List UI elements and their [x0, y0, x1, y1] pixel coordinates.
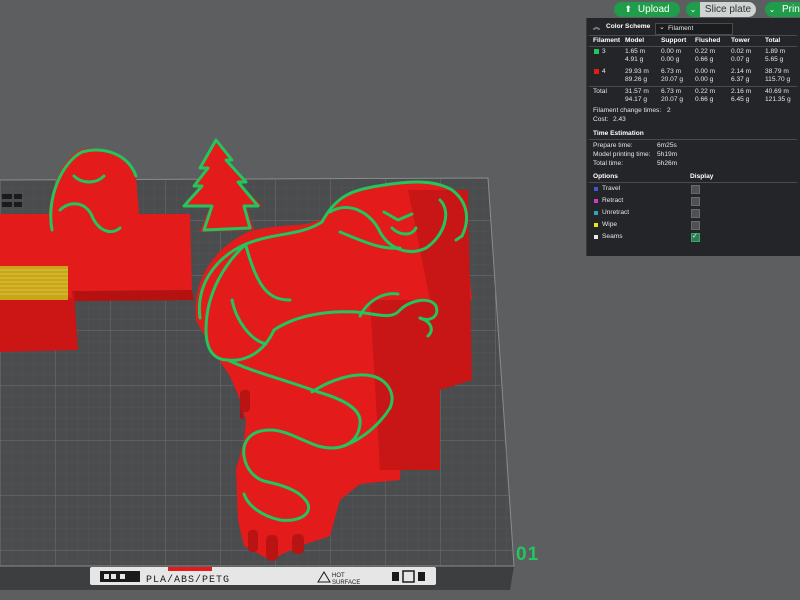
- model-time-label: Model printing time:: [593, 151, 651, 158]
- prepare-time-value: 6m25s: [657, 142, 677, 149]
- option-wipe-label: Wipe: [602, 221, 618, 228]
- upload-label: Upload: [637, 4, 670, 15]
- total-model-m: 31.57 m: [625, 88, 649, 95]
- total-flushed-g: 0.66 g: [695, 96, 714, 103]
- display-header: Display: [690, 173, 714, 180]
- option-travel-label: Travel: [602, 185, 621, 192]
- slice-label: Slice plate: [704, 4, 752, 15]
- total-tower-m: 2.16 m: [731, 88, 752, 95]
- total-tower-g: 6.45 g: [731, 96, 750, 103]
- filament-3-total-g: 5.65 g: [765, 56, 784, 63]
- collapse-icon[interactable]: ︽: [593, 22, 600, 32]
- option-retract-checkbox[interactable]: [691, 197, 700, 206]
- model-time-value: 5h19m: [657, 151, 678, 158]
- upload-icon: ⬆: [624, 4, 632, 14]
- plate-surface-line1: HOT: [332, 573, 345, 579]
- option-unretract-checkbox[interactable]: [691, 209, 700, 218]
- filament-4-support-g: 20.07 g: [661, 76, 683, 83]
- filament-4-total-m: 38.79 m: [765, 68, 789, 75]
- slice-dropdown-button[interactable]: ⌄: [686, 2, 700, 17]
- filament-3-flushed-g: 0.66 g: [695, 56, 714, 63]
- cost-value: 2.43: [613, 116, 626, 123]
- filament-3-id: 3: [602, 48, 606, 55]
- filament-3-flushed-m: 0.22 m: [695, 48, 716, 55]
- option-retract-label: Retract: [602, 197, 624, 204]
- option-seams-checkbox[interactable]: [691, 232, 700, 242]
- filament-3-support-g: 0.00 g: [661, 56, 680, 63]
- slice-stats-panel: ︽ Color Scheme ⌄ Filament Filament Model…: [586, 18, 800, 256]
- filament-3-swatch: [594, 49, 599, 54]
- print-dropdown-button[interactable]: ⌄: [765, 2, 779, 17]
- filament-4-id: 4: [602, 68, 606, 75]
- filament-3-tower-g: 0.07 g: [731, 56, 750, 63]
- filament-4-support-m: 6.73 m: [661, 68, 682, 75]
- total-time-value: 5h26m: [657, 160, 678, 167]
- cost-label: Cost:: [593, 116, 609, 123]
- plate-label-bar: [90, 567, 436, 585]
- color-scheme-select[interactable]: ⌄ Filament: [655, 23, 733, 35]
- filament-3-total-m: 1.89 m: [765, 48, 786, 55]
- plate-number[interactable]: 01: [516, 544, 539, 566]
- unretract-swatch: [594, 211, 598, 215]
- option-wipe-checkbox[interactable]: [691, 221, 700, 230]
- plate-surface-line2: SURFACE: [332, 580, 360, 586]
- filament-3-support-m: 0.00 m: [661, 48, 682, 55]
- col-header-tower: Tower: [731, 37, 750, 44]
- upload-button[interactable]: ⬆ Upload: [614, 2, 680, 17]
- col-header-flushed: Flushed: [695, 37, 721, 44]
- total-support-m: 6.73 m: [661, 88, 682, 95]
- infill-block: [0, 266, 68, 300]
- options-header: Options: [593, 173, 618, 180]
- print-plate-button[interactable]: Prin: [779, 2, 800, 17]
- filament-3-model-m: 1.65 m: [625, 48, 646, 55]
- total-total-g: 121.35 g: [765, 96, 791, 103]
- time-estimation-header: Time Estimation: [593, 130, 644, 137]
- col-header-total: Total: [765, 37, 781, 44]
- chevron-down-icon: ⌄: [659, 24, 665, 31]
- filament-4-flushed-g: 0.00 g: [695, 76, 714, 83]
- filament-4-tower-g: 6.37 g: [731, 76, 750, 83]
- color-scheme-label: Color Scheme: [606, 23, 651, 30]
- option-unretract-label: Unretract: [602, 209, 630, 216]
- total-label: Total: [593, 88, 607, 95]
- filament-4-tower-m: 2.14 m: [731, 68, 752, 75]
- prepare-time-label: Prepare time:: [593, 142, 633, 149]
- col-header-filament: Filament: [593, 37, 621, 44]
- option-travel-checkbox[interactable]: [691, 185, 700, 194]
- travel-swatch: [594, 187, 598, 191]
- wipe-swatch: [594, 223, 598, 227]
- total-time-label: Total time:: [593, 160, 624, 167]
- filament-4-total-g: 115.70 g: [765, 76, 791, 83]
- filament-change-value: 2: [667, 107, 671, 114]
- total-flushed-m: 0.22 m: [695, 88, 716, 95]
- filament-4-swatch: [594, 69, 599, 74]
- total-support-g: 20.07 g: [661, 96, 683, 103]
- slice-plate-button[interactable]: Slice plate: [700, 2, 756, 17]
- filament-3-tower-m: 0.02 m: [731, 48, 752, 55]
- color-scheme-value: Filament: [668, 25, 694, 32]
- plate-filament-type: PLA/ABS/PETG: [146, 574, 230, 586]
- col-header-model: Model: [625, 37, 645, 44]
- print-label: Prin: [782, 4, 800, 15]
- filament-4-flushed-m: 0.00 m: [695, 68, 716, 75]
- filament-4-model-g: 89.26 g: [625, 76, 647, 83]
- retract-swatch: [594, 199, 598, 203]
- seams-swatch: [594, 235, 598, 239]
- chevron-down-icon: ⌄: [689, 5, 697, 14]
- filament-change-label: Filament change times:: [593, 107, 662, 114]
- total-total-m: 40.69 m: [765, 88, 789, 95]
- chevron-down-icon: ⌄: [768, 5, 776, 14]
- filament-4-model-m: 29.93 m: [625, 68, 649, 75]
- option-seams-label: Seams: [602, 233, 623, 240]
- filament-3-model-g: 4.91 g: [625, 56, 644, 63]
- total-model-g: 94.17 g: [625, 96, 647, 103]
- col-header-support: Support: [661, 37, 687, 44]
